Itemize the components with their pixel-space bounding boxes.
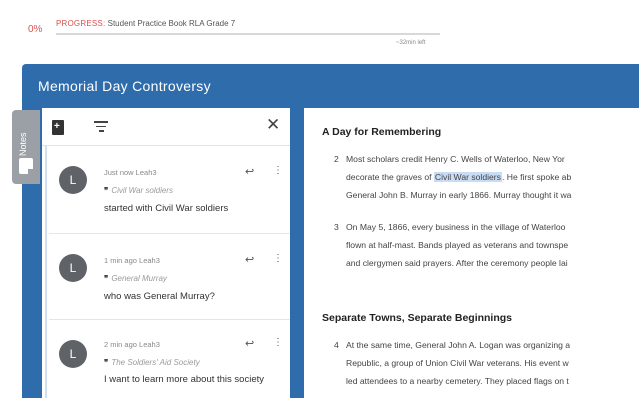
paragraph-line: Republic, a group of Union Civil War vet… (346, 358, 569, 368)
lesson-title: Memorial Day Controversy (38, 78, 211, 94)
note-item[interactable]: L 2 min ago Leah3 ↩ ⋮ ❞ The Soldiers' Aid… (49, 320, 290, 398)
quote-icon: ❞ (104, 274, 109, 283)
paragraph-line: decorate the graves of Civil War soldier… (346, 172, 572, 182)
export-document-icon[interactable] (52, 120, 64, 135)
notes-list: L Just now Leah3 ↩ ⋮ ❞ Civil War soldiers… (42, 146, 290, 398)
note-quote: ❞ Civil War soldiers (104, 186, 173, 195)
app-frame: 0% PROGRESS: Student Practice Book RLA G… (0, 0, 639, 398)
reply-icon[interactable]: ↩ (245, 337, 254, 350)
note-text: who was General Murray? (104, 291, 215, 302)
paragraph-number: 4 (334, 340, 339, 350)
more-options-icon[interactable]: ⋮ (273, 253, 283, 264)
note-text: I want to learn more about this society (104, 374, 264, 385)
note-quote: ❞ The Soldiers' Aid Society (104, 358, 200, 367)
paragraph-line: and clergymen said prayers. After the ce… (346, 258, 568, 268)
paragraph-2: 2 Most scholars credit Henry C. Wells of… (334, 150, 572, 204)
avatar: L (59, 166, 87, 194)
notes-panel: ✕ L Just now Leah3 ↩ ⋮ ❞Civil War soldie… (42, 108, 290, 398)
note-meta: Just now Leah3 (104, 168, 157, 177)
note-quote: ❞ General Murray (104, 274, 167, 283)
paragraph-number: 3 (334, 222, 339, 232)
reply-icon[interactable]: ↩ (245, 165, 254, 178)
quote-icon: ❞ (104, 358, 109, 367)
note-icon (19, 158, 33, 174)
notes-scroll-indicator (45, 146, 47, 398)
more-options-icon[interactable]: ⋮ (273, 337, 283, 348)
quote-icon: ❞ (104, 186, 109, 195)
note-meta: 1 min ago Leah3 (104, 256, 160, 265)
reading-pane: A Day for Remembering 2 Most scholars cr… (304, 108, 639, 398)
more-options-icon[interactable]: ⋮ (273, 165, 283, 176)
progress-prefix: PROGRESS: (56, 19, 106, 28)
progress-header: 0% PROGRESS: Student Practice Book RLA G… (0, 0, 639, 62)
close-icon[interactable]: ✕ (266, 116, 280, 133)
section-heading: Separate Towns, Separate Beginnings (322, 312, 513, 324)
paragraph-3: 3 On May 5, 1866, every business in the … (334, 218, 569, 272)
note-item[interactable]: L Just now Leah3 ↩ ⋮ ❞ Civil War soldiers… (49, 146, 290, 234)
note-item[interactable]: L 1 min ago Leah3 ↩ ⋮ ❞ General Murray wh… (49, 234, 290, 320)
progress-book: Student Practice Book RLA Grade 7 (107, 19, 236, 28)
progress-percent: 0% (28, 24, 43, 35)
section-heading: A Day for Remembering (322, 126, 442, 138)
paragraph-line: At the same time, General John A. Logan … (346, 340, 571, 350)
avatar: L (59, 254, 87, 282)
progress-bar (56, 33, 440, 35)
notes-toolbar: ✕ (42, 108, 290, 146)
paragraph-line: led attendees to a nearby cemetery. They… (346, 376, 569, 386)
reply-icon[interactable]: ↩ (245, 253, 254, 266)
lesson-titlebar: Memorial Day Controversy (22, 64, 639, 106)
filter-icon[interactable] (94, 121, 108, 135)
paragraph-line: flown at half-mast. Bands played as vete… (346, 240, 569, 250)
time-left: ~32min left (396, 40, 426, 46)
paragraph-line: General John B. Murray in early 1866. Mu… (346, 190, 572, 200)
highlighted-text[interactable]: Civil War soldiers (433, 172, 502, 182)
progress-label: PROGRESS: Student Practice Book RLA Grad… (56, 19, 235, 28)
note-text: started with Civil War soldiers (104, 203, 229, 214)
paragraph-line: Most scholars credit Henry C. Wells of W… (346, 154, 565, 164)
paragraph-line: On May 5, 1866, every business in the vi… (346, 222, 566, 232)
notes-tab-label: Notes (18, 132, 28, 156)
notes-tab[interactable]: Notes (12, 110, 40, 184)
note-meta: 2 min ago Leah3 (104, 340, 160, 349)
paragraph-4: 4 At the same time, General John A. Loga… (334, 336, 571, 390)
paragraph-number: 2 (334, 154, 339, 164)
avatar: L (59, 340, 87, 368)
